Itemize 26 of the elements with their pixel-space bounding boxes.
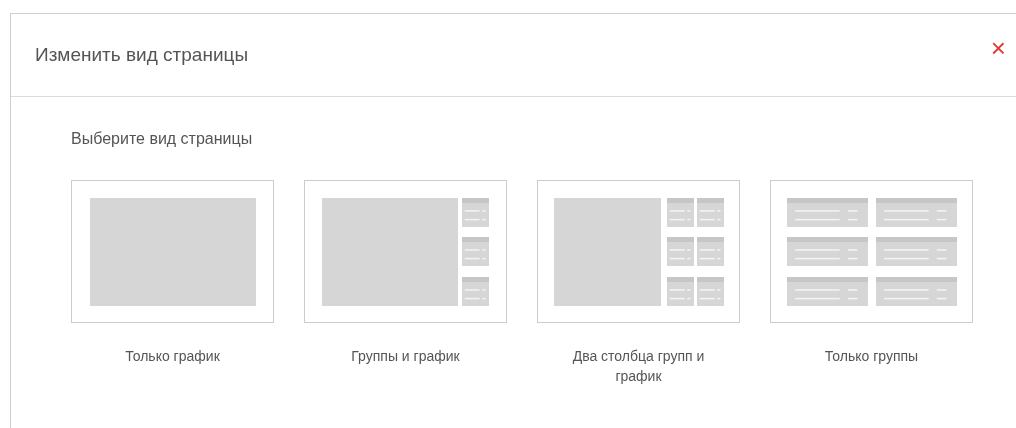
layout-option[interactable] — [304, 180, 507, 323]
layout-label: Только график — [124, 347, 221, 366]
group-thumbnail-icon — [462, 237, 489, 266]
group-thumbnail-icon — [786, 197, 868, 227]
group-thumbnail-icon — [462, 276, 489, 306]
group-thumbnail-icon — [696, 197, 724, 227]
prompt-text: Выберите вид страницы — [71, 129, 254, 149]
layout-label: Группы и график — [350, 347, 461, 366]
layout-label: Только группы — [823, 347, 920, 366]
dialog-title: Изменить вид страницы — [35, 42, 249, 67]
group-thumbnail-icon — [786, 276, 868, 306]
layout-option[interactable] — [770, 180, 973, 323]
layout-label: Два столбца групп и график — [571, 347, 706, 386]
layout-option[interactable] — [537, 180, 740, 323]
group-thumbnail-icon — [666, 197, 694, 227]
layout-option[interactable] — [71, 180, 274, 323]
group-thumbnail-icon — [786, 237, 868, 266]
group-thumbnail-icon — [666, 237, 694, 266]
group-thumbnail-icon — [666, 276, 694, 306]
group-thumbnail-icon — [462, 197, 489, 227]
group-thumbnail-icon — [696, 276, 724, 306]
group-thumbnail-icon — [696, 237, 724, 266]
close-button[interactable]: × — [990, 35, 1006, 61]
group-thumbnail-icon — [875, 276, 957, 306]
group-thumbnail-icon — [875, 197, 957, 227]
group-thumbnail-icon — [875, 237, 957, 266]
